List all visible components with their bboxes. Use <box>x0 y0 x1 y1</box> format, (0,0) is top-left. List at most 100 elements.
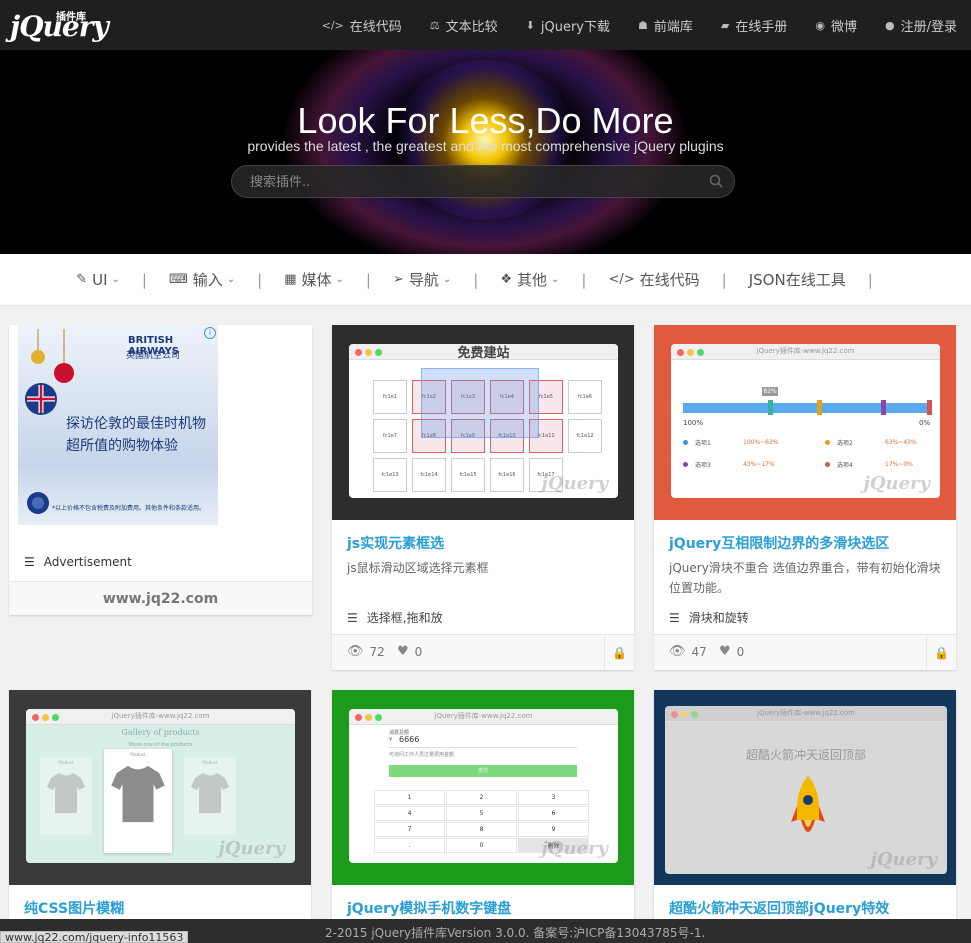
keypad-key[interactable]: . <box>374 838 445 853</box>
category-item[interactable]: ▦ 媒体 ⌄ <box>284 269 344 290</box>
topnav-item[interactable]: ● 注册/登录 <box>885 16 957 35</box>
topnav-item[interactable]: ⬇ jQuery下载 <box>526 16 610 35</box>
plugin-card[interactable]: jQuery插件库-www.jq22.com 超酷火箭冲天返回顶部 jQuery… <box>654 690 956 930</box>
slider-handle[interactable] <box>881 400 886 415</box>
option-dot-icon <box>825 461 830 467</box>
keypad-key[interactable]: 4 <box>374 806 445 821</box>
category-item[interactable]: ⌨ 输入 ⌄ <box>169 269 235 290</box>
topnav-item[interactable]: </> 在线代码 <box>322 16 402 35</box>
grid-cell[interactable]: fc1e16 <box>490 458 524 492</box>
search-input[interactable] <box>250 172 690 192</box>
shot-title: jQuery插件库-www.jq22.com <box>111 712 210 720</box>
chevron-down-icon: ⌄ <box>442 274 452 285</box>
grid-cell[interactable]: fc1e14 <box>412 458 446 492</box>
card-title[interactable]: jQuery互相限制边界的多滑块选区 <box>669 533 889 553</box>
topnav-item[interactable]: ▰ 在线手册 <box>721 16 787 35</box>
grid-cell[interactable]: fc1e1 <box>373 380 407 414</box>
topnav-item[interactable]: ⚖ 文本比较 <box>430 16 498 35</box>
hero-banner: Look For Less,Do More provides the lates… <box>0 50 971 254</box>
tags-text[interactable]: 选择框,拖和放 <box>367 609 443 626</box>
shot-title: jQuery插件库-www.jq22.com <box>757 709 855 717</box>
card-title[interactable]: jQuery模拟手机数字键盘 <box>347 898 511 918</box>
keypad-key[interactable]: 2 <box>446 790 517 805</box>
product-card-blurred[interactable]: Product <box>40 757 92 835</box>
tags-text[interactable]: 滑块和旋转 <box>689 609 749 626</box>
keypad-key[interactable]: 5 <box>446 806 517 821</box>
keyboard-icon: ⌨ <box>168 272 188 287</box>
card-title[interactable]: js实现元素框选 <box>347 533 444 553</box>
weibo-icon: ◉ <box>815 18 825 32</box>
product-card-focused[interactable]: Product <box>104 749 172 853</box>
amount-hint: 可询问工作人员过量费用金额 <box>389 752 455 758</box>
card-title[interactable]: 超酷火箭冲天返回顶部jQuery特效 <box>669 898 889 918</box>
keypad-key[interactable]: 3 <box>518 790 589 805</box>
plugin-thumbnail[interactable]: 免费建站 fc1e1 fc1e2 fc1e3 fc1e4 fc1e5 fc1e6 fc1e7… <box>332 325 634 520</box>
plugin-thumbnail[interactable]: jQuery插件库-www.jq22.com 超酷火箭冲天返回顶部 jQuery <box>654 690 956 885</box>
ad-banner[interactable]: i BRITISH AIRWAYS 英国航空公司 探访伦敦的最佳时机物超所值的购… <box>18 325 218 525</box>
plugin-card[interactable]: jQuery插件库-www.jq22.com Gallery of produc… <box>9 690 311 930</box>
amount-value[interactable]: 6666 <box>399 735 419 744</box>
card-tags: ☰ 滑块和旋转 <box>669 609 749 626</box>
heart-icon[interactable]: ♥ <box>719 644 731 659</box>
plugin-card[interactable]: jQuery插件库-www.jq22.com 62% 100% 0% 选项1 10… <box>654 325 956 670</box>
topnav-item[interactable]: ◉ 微博 <box>815 16 857 35</box>
category-item[interactable]: ❖ 其他 ⌄ <box>500 269 559 290</box>
shot-title: jQuery插件库-www.jq22.com <box>756 347 855 355</box>
likes-stat[interactable]: ♥ 0 <box>397 644 422 659</box>
thumbnail-screenshot: jQuery插件库-www.jq22.com 消费总额 ¥ 6666 可询问工作… <box>349 709 618 863</box>
grid-cell[interactable]: fc1e15 <box>451 458 485 492</box>
category-item[interactable]: ➢ 导航 ⌄ <box>393 269 451 290</box>
thumbnail-screenshot: jQuery插件库-www.jq22.com 62% 100% 0% 选项1 10… <box>671 344 940 498</box>
code-icon: </> <box>321 18 344 32</box>
grid-cell[interactable]: fc1e13 <box>373 458 407 492</box>
plugin-card[interactable]: 免费建站 fc1e1 fc1e2 fc1e3 fc1e4 fc1e5 fc1e6 fc1e7… <box>332 325 634 670</box>
keypad-key[interactable]: 8 <box>446 822 517 837</box>
rocket-icon[interactable] <box>791 776 825 846</box>
grid-cell[interactable]: fc1e12 <box>568 419 602 453</box>
lock-icon[interactable]: 🔒 <box>604 635 634 670</box>
list-icon: ☰ <box>669 610 680 625</box>
category-divider: | <box>867 270 873 289</box>
likes-stat[interactable]: ♥ 0 <box>719 644 744 659</box>
topnav-label: 在线手册 <box>735 19 788 35</box>
category-item[interactable]: </> 在线代码 <box>608 269 699 290</box>
category-item[interactable]: ✎ UI ⌄ <box>76 271 120 289</box>
keypad-key[interactable]: 7 <box>374 822 445 837</box>
site-logo[interactable]: jQuery 插件库 <box>10 6 109 44</box>
likes-count: 0 <box>736 644 745 659</box>
grid-cell[interactable]: fc1e7 <box>373 419 407 453</box>
slider-handle[interactable] <box>768 400 773 415</box>
grid-cell[interactable]: fc1e6 <box>568 380 602 414</box>
plugin-card[interactable]: jQuery插件库-www.jq22.com 消费总额 ¥ 6666 可询问工作… <box>332 690 634 930</box>
list-icon: ☰ <box>347 610 358 625</box>
keypad-key[interactable]: 1 <box>374 790 445 805</box>
views-stat: 👁 72 <box>347 644 385 659</box>
plugin-thumbnail[interactable]: jQuery插件库-www.jq22.com 62% 100% 0% 选项1 10… <box>654 325 956 520</box>
slider-option: 选项1 100%~63% <box>683 436 813 448</box>
plugin-thumbnail[interactable]: jQuery插件库-www.jq22.com 消费总额 ¥ 6666 可询问工作… <box>332 690 634 885</box>
lock-icon[interactable]: 🔒 <box>926 635 956 670</box>
option-range: 43%~17% <box>743 460 775 468</box>
card-title[interactable]: 纯CSS图片模糊 <box>24 898 124 918</box>
card-tags: ☰ 选择框,拖和放 <box>347 609 443 626</box>
category-item[interactable]: JSON在线工具 <box>749 269 846 290</box>
pay-button[interactable]: 支付 <box>389 765 577 777</box>
plugin-thumbnail[interactable]: jQuery插件库-www.jq22.com Gallery of produc… <box>9 690 311 885</box>
category-bar: ✎ UI ⌄ | ⌨ 输入 ⌄ | ▦ 媒体 ⌄ | ➢ 导航 ⌄ | ❖ 其他 ⌄ | </> 在线代码 | JSON在线工… <box>0 254 971 306</box>
search-icon[interactable] <box>708 173 724 189</box>
keypad-key[interactable]: 6 <box>518 806 589 821</box>
watermark: jQuery <box>541 473 608 494</box>
chevron-down-icon: ⌄ <box>226 274 236 285</box>
option-dot-icon <box>825 439 830 445</box>
slider-handle[interactable] <box>927 400 932 415</box>
selection-rectangle <box>421 368 539 438</box>
topnav-item[interactable]: ☗ 前端库 <box>638 16 693 35</box>
keypad-key[interactable]: 0 <box>446 838 517 853</box>
keypad-key[interactable]: 9 <box>518 822 589 837</box>
slider-handle[interactable] <box>817 400 822 415</box>
product-card-blurred[interactable]: Product <box>184 757 236 835</box>
gallery-heading: Gallery of products <box>121 728 200 737</box>
ad-site-link[interactable]: www.jq22.com <box>9 581 312 615</box>
list-icon: ☰ <box>24 555 35 569</box>
heart-icon[interactable]: ♥ <box>397 644 409 659</box>
